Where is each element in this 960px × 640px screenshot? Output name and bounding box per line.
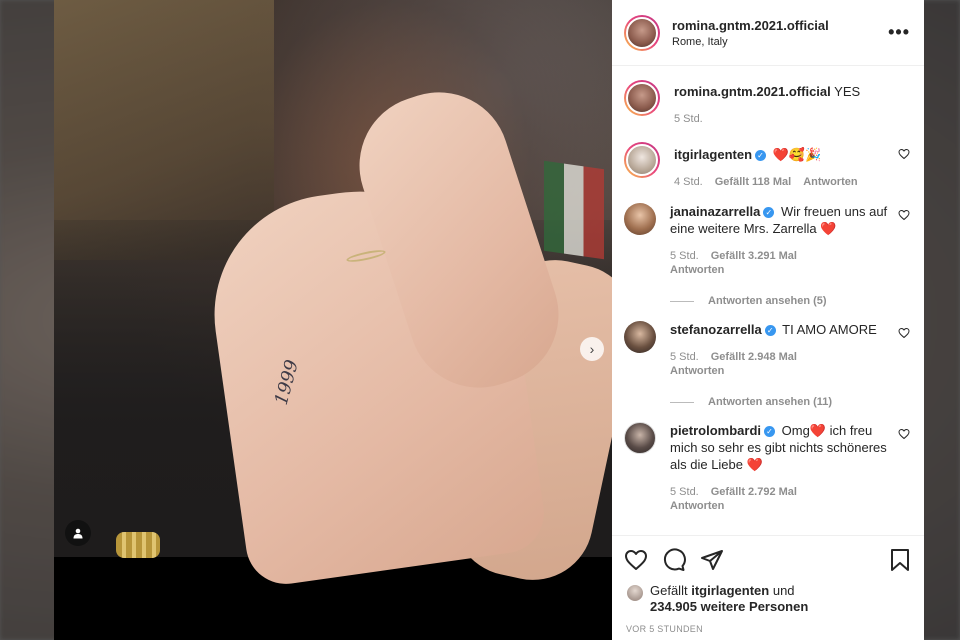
comment-username[interactable]: janainazarrella bbox=[670, 204, 760, 219]
likes-prefix: Gefällt bbox=[650, 583, 688, 598]
author-username[interactable]: romina.gntm.2021.official bbox=[672, 18, 888, 33]
photo-bracelet bbox=[116, 532, 160, 558]
post-timestamp[interactable]: VOR 5 STUNDEN bbox=[612, 615, 924, 634]
view-replies-button[interactable]: Antworten ansehen (5) bbox=[670, 295, 910, 307]
post-actions bbox=[612, 535, 924, 583]
list-item: stefanozarrella ✓ TI AMO AMORE 5 Std. Gefä… bbox=[624, 321, 910, 378]
comment-time[interactable]: 4 Std. bbox=[674, 176, 703, 188]
view-replies-label: Antworten ansehen (11) bbox=[708, 396, 833, 408]
view-replies-label: Antworten ansehen (5) bbox=[708, 295, 827, 307]
comment-text: TI AMO AMORE bbox=[782, 322, 877, 337]
comment-time[interactable]: 5 Std. bbox=[670, 250, 699, 262]
liker-username[interactable]: itgirlagenten bbox=[691, 583, 769, 598]
caption: romina.gntm.2021.official YES 5 Std. bbox=[624, 80, 910, 126]
comment-time[interactable]: 5 Std. bbox=[670, 486, 699, 498]
photo-italian-flag bbox=[544, 160, 604, 260]
bookmark-icon[interactable] bbox=[888, 548, 912, 572]
reply-button[interactable]: Antworten bbox=[803, 176, 857, 188]
more-horizontal-icon[interactable]: ••• bbox=[888, 22, 910, 43]
likes-count[interactable]: 234.905 weitere Personen bbox=[650, 599, 808, 614]
list-item: janainazarrella ✓ Wir freuen uns auf eine… bbox=[624, 203, 910, 277]
comment-likes[interactable]: Gefällt 118 Mal bbox=[715, 176, 791, 188]
list-item: itgirlagenten ✓ ❤️🥰🎉 4 Std. Gefällt 118 Ma… bbox=[624, 142, 910, 189]
comment-username[interactable]: pietrolombardi bbox=[670, 423, 761, 438]
comment-avatar[interactable] bbox=[624, 422, 656, 454]
user-tag-icon[interactable] bbox=[65, 520, 91, 546]
comment-avatar[interactable] bbox=[624, 203, 656, 235]
heart-icon[interactable] bbox=[624, 548, 648, 572]
chevron-right-icon[interactable]: › bbox=[580, 337, 604, 361]
verified-badge-icon: ✓ bbox=[763, 207, 775, 218]
post-location[interactable]: Rome, Italy bbox=[672, 36, 888, 48]
heart-icon[interactable] bbox=[898, 148, 910, 160]
comment-username[interactable]: itgirlagenten bbox=[674, 147, 752, 162]
comment-text: ❤️🥰🎉 bbox=[772, 147, 822, 162]
comment-avatar[interactable] bbox=[624, 321, 656, 353]
verified-badge-icon: ✓ bbox=[755, 150, 767, 161]
likes-middle: und bbox=[772, 583, 795, 598]
heart-icon[interactable] bbox=[898, 209, 910, 221]
verified-badge-icon: ✓ bbox=[764, 426, 776, 437]
caption-time: 5 Std. bbox=[674, 113, 703, 125]
caption-avatar[interactable] bbox=[624, 80, 660, 116]
reply-button[interactable]: Antworten bbox=[670, 500, 724, 512]
heart-icon[interactable] bbox=[898, 327, 910, 339]
comment-icon[interactable] bbox=[662, 547, 686, 572]
view-replies-button[interactable]: Antworten ansehen (11) bbox=[670, 396, 910, 408]
liker-avatar[interactable] bbox=[626, 584, 644, 602]
heart-icon[interactable] bbox=[898, 428, 910, 440]
reply-button[interactable]: Antworten bbox=[670, 365, 724, 377]
caption-text: YES bbox=[834, 84, 861, 99]
photo-hands-image: 1999 bbox=[54, 0, 612, 592]
comment-likes[interactable]: Gefällt 2.948 Mal bbox=[711, 351, 797, 363]
post-sidebar: romina.gntm.2021.official Rome, Italy ••… bbox=[612, 0, 924, 640]
post-header: romina.gntm.2021.official Rome, Italy ••… bbox=[612, 0, 924, 66]
verified-badge-icon: ✓ bbox=[764, 325, 776, 336]
paper-plane-icon[interactable] bbox=[700, 548, 724, 572]
post-photo[interactable]: 1999 › bbox=[54, 0, 612, 640]
author-avatar[interactable] bbox=[624, 14, 660, 51]
comment-time[interactable]: 5 Std. bbox=[670, 351, 699, 363]
list-item: pietrolombardi ✓ Omg❤️ ich freu mich so s… bbox=[624, 422, 910, 513]
comment-username[interactable]: stefanozarrella bbox=[670, 322, 762, 337]
caption-username[interactable]: romina.gntm.2021.official bbox=[674, 84, 831, 99]
comment-likes[interactable]: Gefällt 3.291 Mal bbox=[711, 250, 797, 262]
comment-likes[interactable]: Gefällt 2.792 Mal bbox=[711, 486, 797, 498]
instagram-post-modal: 1999 › romina.gntm.2021.official Rome, I… bbox=[54, 0, 924, 640]
comment-avatar[interactable] bbox=[624, 142, 660, 178]
reply-button[interactable]: Antworten bbox=[670, 264, 724, 276]
comments-list: romina.gntm.2021.official YES 5 Std. itg… bbox=[612, 66, 924, 535]
likes-summary: Gefällt itgirlagenten und 234.905 weiter… bbox=[612, 583, 924, 615]
